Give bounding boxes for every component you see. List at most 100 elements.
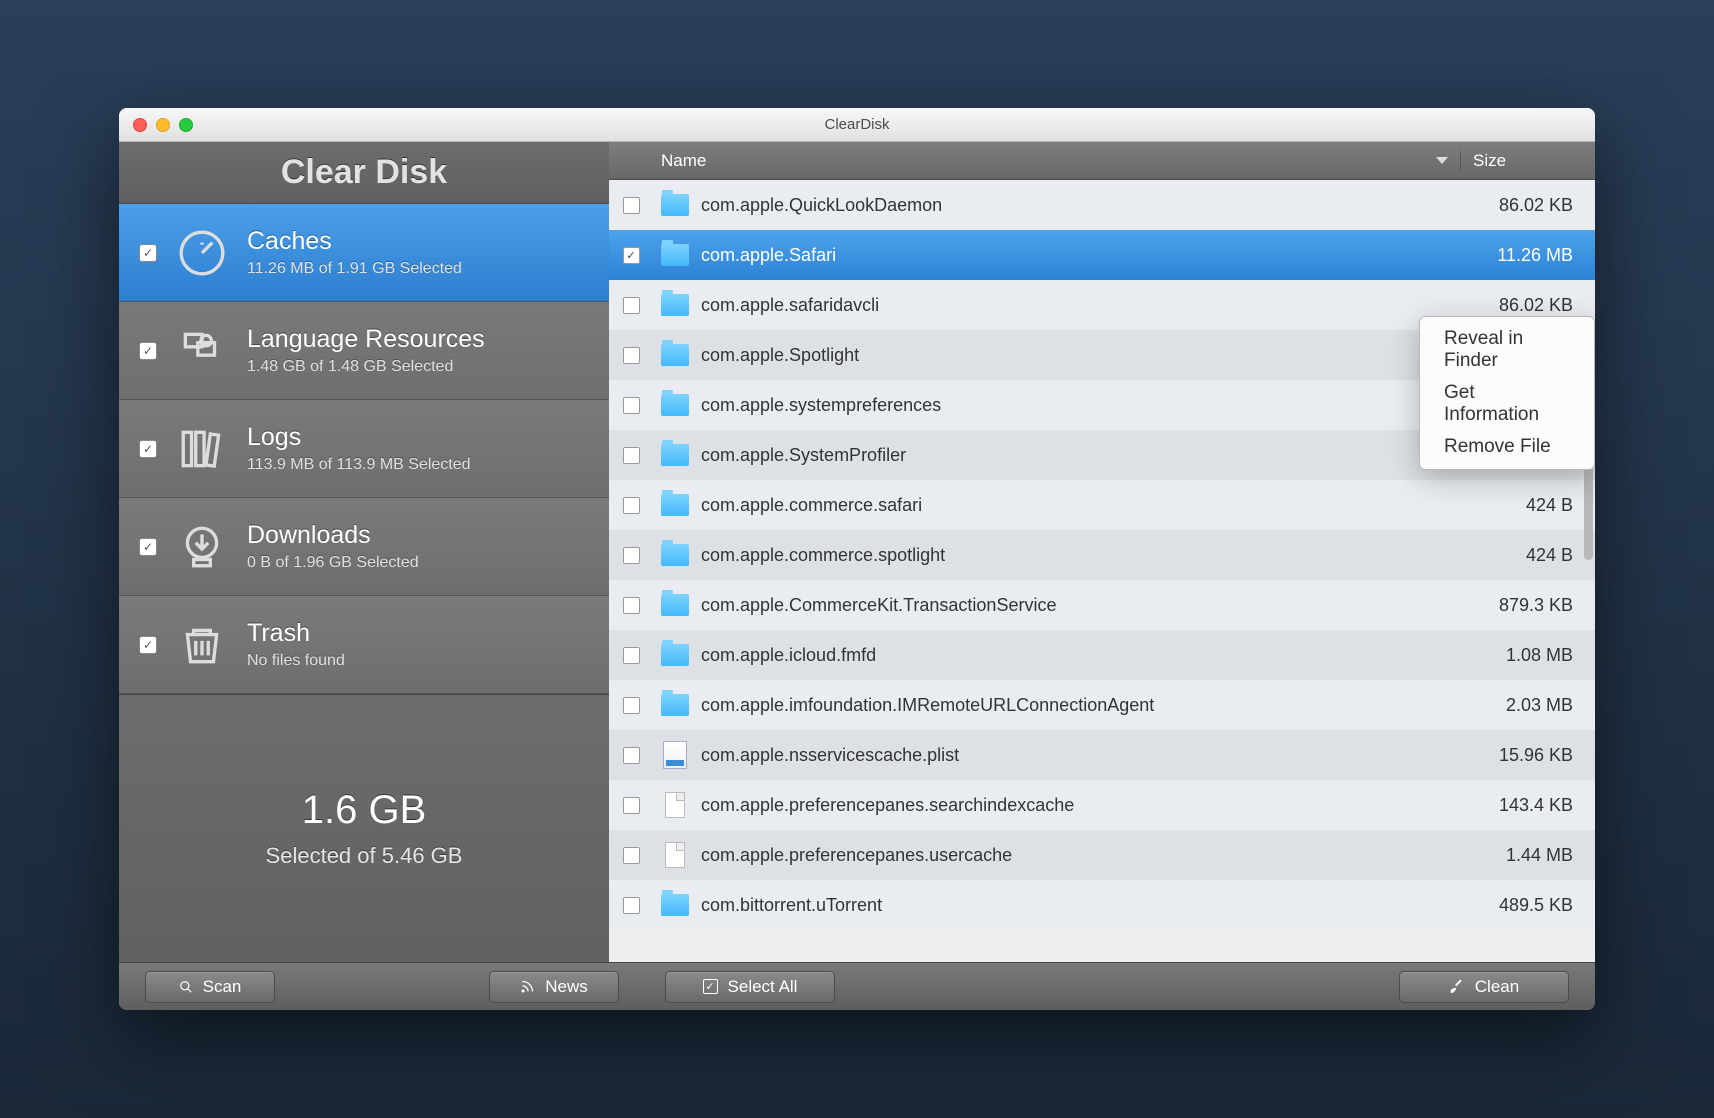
file-row[interactable]: com.apple.commerce.safari424 B bbox=[609, 480, 1595, 530]
column-size[interactable]: Size bbox=[1461, 151, 1595, 171]
row-filename: com.bittorrent.uTorrent bbox=[697, 895, 1461, 916]
category-checkbox[interactable]: ✓ bbox=[139, 440, 157, 458]
clean-button[interactable]: Clean bbox=[1399, 971, 1569, 1003]
row-checkbox-cell bbox=[609, 297, 653, 314]
category-title: Caches bbox=[247, 227, 462, 256]
row-filename: com.apple.preferencepanes.searchindexcac… bbox=[697, 795, 1461, 816]
sidebar-category[interactable]: ✓ Logs 113.9 MB of 113.9 MB Selected bbox=[119, 400, 609, 498]
folder-icon bbox=[661, 594, 689, 616]
file-row[interactable]: ✓com.apple.Safari11.26 MB bbox=[609, 230, 1595, 280]
row-icon-cell bbox=[653, 894, 697, 916]
row-icon-cell bbox=[653, 741, 697, 769]
folder-icon bbox=[661, 894, 689, 916]
row-checkbox-cell bbox=[609, 397, 653, 414]
rss-icon bbox=[520, 979, 535, 994]
category-checkbox[interactable]: ✓ bbox=[139, 244, 157, 262]
row-icon-cell bbox=[653, 694, 697, 716]
row-filename: com.apple.imfoundation.IMRemoteURLConnec… bbox=[697, 695, 1461, 716]
file-row[interactable]: com.apple.icloud.fmfd1.08 MB bbox=[609, 630, 1595, 680]
file-row[interactable]: com.apple.CommerceKit.TransactionService… bbox=[609, 580, 1595, 630]
sidebar-category[interactable]: ✓Downloads0 B of 1.96 GB Selected bbox=[119, 498, 609, 596]
row-size: 86.02 KB bbox=[1461, 295, 1595, 316]
row-size: 11.26 MB bbox=[1461, 245, 1595, 266]
file-row[interactable]: com.bittorrent.uTorrent489.5 KB bbox=[609, 880, 1595, 930]
sidebar-category[interactable]: ✓Caches11.26 MB of 1.91 GB Selected bbox=[119, 204, 609, 302]
category-subtitle: 0 B of 1.96 GB Selected bbox=[247, 554, 419, 572]
row-checkbox-cell bbox=[609, 597, 653, 614]
file-row[interactable]: com.apple.nsservicescache.plist15.96 KB bbox=[609, 730, 1595, 780]
row-checkbox[interactable] bbox=[623, 197, 640, 214]
column-name[interactable]: Name bbox=[653, 151, 1461, 171]
row-checkbox[interactable] bbox=[623, 697, 640, 714]
scan-button-label: Scan bbox=[203, 977, 242, 997]
row-size: 86.02 KB bbox=[1461, 195, 1595, 216]
broom-icon bbox=[1449, 979, 1465, 995]
row-checkbox-cell bbox=[609, 847, 653, 864]
sidebar-category[interactable]: ✓Language Resources1.48 GB of 1.48 GB Se… bbox=[119, 302, 609, 400]
summary-panel: 1.6 GB Selected of 5.46 GB bbox=[119, 694, 609, 962]
row-icon-cell bbox=[653, 544, 697, 566]
file-row[interactable]: com.apple.imfoundation.IMRemoteURLConnec… bbox=[609, 680, 1595, 730]
row-checkbox[interactable] bbox=[623, 297, 640, 314]
scan-button[interactable]: Scan bbox=[145, 971, 275, 1003]
row-checkbox[interactable]: ✓ bbox=[623, 247, 640, 264]
context-menu-item[interactable]: Get Information bbox=[1420, 377, 1594, 431]
category-checkbox[interactable]: ✓ bbox=[139, 636, 157, 654]
row-icon-cell bbox=[653, 344, 697, 366]
row-icon-cell bbox=[653, 792, 697, 818]
row-checkbox[interactable] bbox=[623, 447, 640, 464]
file-list[interactable]: com.apple.QuickLookDaemon86.02 KB✓com.ap… bbox=[609, 180, 1595, 962]
context-menu-item[interactable]: Remove File bbox=[1420, 431, 1594, 463]
row-checkbox-cell bbox=[609, 447, 653, 464]
download-icon bbox=[175, 520, 229, 574]
row-checkbox[interactable] bbox=[623, 797, 640, 814]
row-icon-cell bbox=[653, 842, 697, 868]
category-checkbox[interactable]: ✓ bbox=[139, 538, 157, 556]
row-icon-cell bbox=[653, 394, 697, 416]
row-checkbox-cell bbox=[609, 747, 653, 764]
row-checkbox[interactable] bbox=[623, 847, 640, 864]
plist-icon bbox=[663, 741, 687, 769]
row-icon-cell bbox=[653, 444, 697, 466]
window-title: ClearDisk bbox=[119, 116, 1595, 133]
sidebar-category[interactable]: ✓TrashNo files found bbox=[119, 596, 609, 694]
row-checkbox[interactable] bbox=[623, 747, 640, 764]
category-title: Logs bbox=[247, 423, 471, 452]
row-icon-cell bbox=[653, 244, 697, 266]
row-filename: com.apple.icloud.fmfd bbox=[697, 645, 1461, 666]
row-filename: com.apple.QuickLookDaemon bbox=[697, 195, 1461, 216]
row-checkbox[interactable] bbox=[623, 647, 640, 664]
row-checkbox[interactable] bbox=[623, 547, 640, 564]
scrollbar-track[interactable] bbox=[1583, 180, 1593, 962]
row-checkbox[interactable] bbox=[623, 397, 640, 414]
row-filename: com.apple.safaridavcli bbox=[697, 295, 1461, 316]
select-all-button[interactable]: ✓Select All bbox=[665, 971, 835, 1003]
column-name-label: Name bbox=[661, 151, 706, 171]
category-checkbox[interactable]: ✓ bbox=[139, 342, 157, 360]
news-button[interactable]: News bbox=[489, 971, 619, 1003]
row-filename: com.apple.SystemProfiler bbox=[697, 445, 1461, 466]
context-menu-item[interactable]: Reveal in Finder bbox=[1420, 323, 1594, 377]
titlebar: ClearDisk bbox=[119, 108, 1595, 142]
folder-icon bbox=[661, 644, 689, 666]
row-checkbox[interactable] bbox=[623, 597, 640, 614]
file-row[interactable]: com.apple.QuickLookDaemon86.02 KB bbox=[609, 180, 1595, 230]
row-checkbox[interactable] bbox=[623, 347, 640, 364]
row-filename: com.apple.commerce.spotlight bbox=[697, 545, 1461, 566]
gauge-icon bbox=[175, 226, 229, 280]
row-filename: com.apple.systempreferences bbox=[697, 395, 1461, 416]
row-checkbox[interactable] bbox=[623, 497, 640, 514]
file-row[interactable]: com.apple.preferencepanes.searchindexcac… bbox=[609, 780, 1595, 830]
file-row[interactable]: com.apple.preferencepanes.usercache1.44 … bbox=[609, 830, 1595, 880]
category-subtitle: 113.9 MB of 113.9 MB Selected bbox=[247, 456, 471, 474]
row-icon-cell bbox=[653, 594, 697, 616]
row-checkbox[interactable] bbox=[623, 897, 640, 914]
folder-icon bbox=[661, 244, 689, 266]
row-size: 1.44 MB bbox=[1461, 845, 1595, 866]
file-row[interactable]: com.apple.commerce.spotlight424 B bbox=[609, 530, 1595, 580]
folder-icon bbox=[661, 344, 689, 366]
sort-descending-icon bbox=[1436, 157, 1448, 164]
row-size: 1.08 MB bbox=[1461, 645, 1595, 666]
row-filename: com.apple.CommerceKit.TransactionService bbox=[697, 595, 1461, 616]
row-checkbox-cell: ✓ bbox=[609, 247, 653, 264]
